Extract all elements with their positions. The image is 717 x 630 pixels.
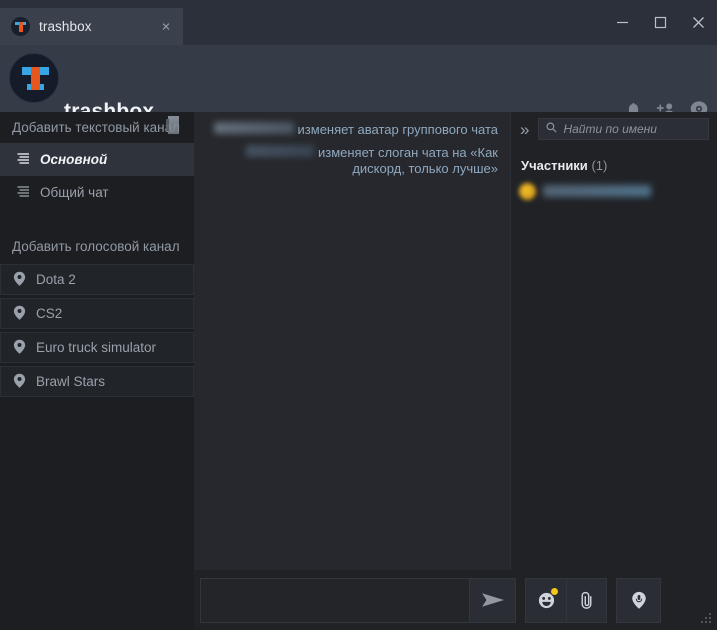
message-composer <box>194 570 717 630</box>
list-item[interactable] <box>511 177 717 205</box>
sidebar-item-label: Общий чат <box>40 185 109 200</box>
message-author-redacted <box>213 122 294 134</box>
message-text: изменяет аватар группового чата <box>297 122 498 137</box>
emoji-notification-dot-icon <box>551 587 558 595</box>
window-resize-grip[interactable] <box>700 612 713 625</box>
tab-close-icon[interactable]: × <box>159 19 173 34</box>
message-input[interactable] <box>201 578 469 622</box>
voice-channel-label: Dota 2 <box>36 272 76 287</box>
tab-title: trashbox <box>39 19 92 34</box>
sidebar-item-osnovnoy[interactable]: Основной <box>0 143 194 176</box>
browser-tab-trashbox[interactable]: trashbox × <box>0 8 183 45</box>
voice-channel-list: Dota 2 CS2 Euro truck simulator Brawl St… <box>0 264 194 397</box>
add-voice-channel-button[interactable]: Добавить голосовой канал <box>0 231 194 261</box>
close-icon[interactable] <box>679 0 717 45</box>
member-search-placeholder: Найти по имени <box>563 122 657 136</box>
sidebar-item-label: Основной <box>40 152 108 167</box>
message-item: изменяет аватар группового чата <box>206 122 498 139</box>
microphone-button[interactable] <box>616 577 661 623</box>
channel-sidebar: Добавить текстовый канал Основной Общий … <box>0 112 194 630</box>
minimize-icon[interactable] <box>603 0 641 45</box>
member-search-input[interactable]: Найти по имени <box>538 118 709 140</box>
window-controls <box>603 0 717 45</box>
voice-channel-icon <box>12 339 27 357</box>
text-channel-icon <box>17 185 30 200</box>
voice-channel-euro-truck-simulator[interactable]: Euro truck simulator <box>0 332 194 363</box>
voice-channel-label: Brawl Stars <box>36 374 106 389</box>
text-channel-icon <box>17 152 30 167</box>
member-name-redacted <box>543 185 651 197</box>
add-text-channel-label: Добавить текстовый канал <box>12 120 181 135</box>
title-bar: trashbox × <box>0 0 717 45</box>
voice-channel-cs2[interactable]: CS2 <box>0 298 194 329</box>
trashbox-logo-icon <box>9 53 59 103</box>
text-cursor-icon <box>166 116 179 134</box>
add-text-channel-button[interactable]: Добавить текстовый канал <box>0 112 194 143</box>
members-heading-label: Участники <box>521 158 588 173</box>
app-window: trashbox × trashbox Как дискорд, только … <box>0 0 717 630</box>
members-panel: » Найти по имени Участники (1) <box>510 112 717 570</box>
maximize-icon[interactable] <box>641 0 679 45</box>
voice-channel-icon <box>12 271 27 289</box>
message-list[interactable]: изменяет аватар группового чата изменяет… <box>194 112 510 570</box>
trashbox-favicon-icon <box>11 17 30 36</box>
search-icon <box>546 120 557 138</box>
voice-channel-icon <box>12 305 27 323</box>
message-author-redacted <box>245 144 314 157</box>
voice-channel-dota-2[interactable]: Dota 2 <box>0 264 194 295</box>
message-input-wrapper[interactable] <box>200 577 516 623</box>
members-panel-toolbar: » Найти по имени <box>511 112 717 146</box>
members-heading: Участники (1) <box>511 146 717 177</box>
avatar <box>519 182 536 200</box>
voice-channel-label: CS2 <box>36 306 63 321</box>
members-count: (1) <box>591 158 608 173</box>
sidebar-item-obshiy-chat[interactable]: Общий чат <box>0 176 194 209</box>
voice-channel-brawl-stars[interactable]: Brawl Stars <box>0 366 194 397</box>
voice-channel-icon <box>12 373 27 391</box>
collapse-panel-icon[interactable]: » <box>517 121 532 138</box>
message-item: изменяет слоган чата на «Как дискорд, то… <box>206 144 498 178</box>
message-text: изменяет слоган чата на «Как дискорд, то… <box>317 144 498 177</box>
voice-channel-label: Euro truck simulator <box>36 340 157 355</box>
attachment-button[interactable] <box>566 578 606 622</box>
chat-header: trashbox Как дискорд, только лучше <box>0 45 717 145</box>
composer-attachments-group <box>525 577 607 623</box>
send-button[interactable] <box>469 578 515 622</box>
add-voice-channel-label: Добавить голосовой канал <box>12 238 180 254</box>
emoji-button[interactable] <box>526 579 566 622</box>
